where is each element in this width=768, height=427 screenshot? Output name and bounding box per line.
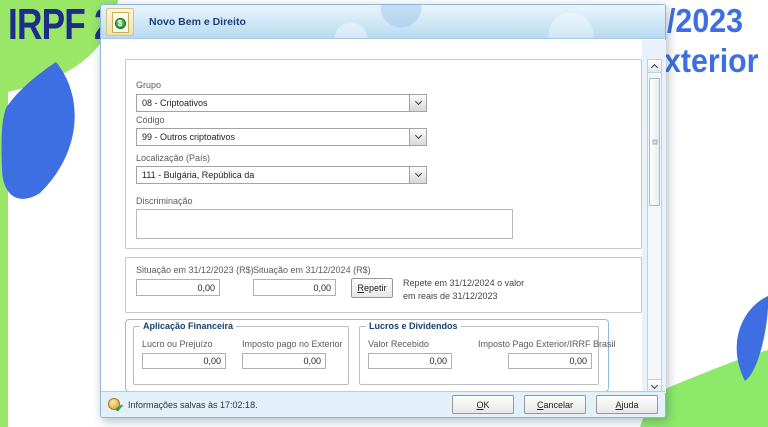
background-exterior-text: xterior <box>664 42 759 80</box>
vertical-scrollbar[interactable] <box>647 59 662 393</box>
scroll-up-button[interactable] <box>648 60 661 73</box>
grupo-label: Grupo <box>136 80 161 90</box>
imposto-pago-irrf-label: Imposto Pago Exterior/IRRF Brasil <box>478 339 616 349</box>
pais-label: Localização (País) <box>136 153 210 163</box>
pais-select-value: 111 - Bulgária, República da <box>142 170 254 180</box>
scrollbar-grip <box>652 140 657 145</box>
novo-bem-dialog: $ Novo Bem e Direito Grupo 08 - Criptoat… <box>100 4 666 418</box>
scrollbar-thumb[interactable] <box>649 78 660 206</box>
lucro-prejuizo-label: Lucro ou Prejuízo <box>142 339 213 349</box>
dialog-titlebar: $ Novo Bem e Direito <box>101 5 665 39</box>
brand-title-text: IRPF 2 <box>8 0 113 50</box>
ok-button[interactable]: OK <box>452 395 514 414</box>
imposto-exterior-label: Imposto pago no Exterior <box>242 339 343 349</box>
chevron-up-icon <box>651 64 658 71</box>
help-button[interactable]: Ajuda <box>596 395 658 414</box>
dialog-title: Novo Bem e Direito <box>149 5 246 39</box>
codigo-dropdown-button[interactable] <box>409 129 426 145</box>
pais-select[interactable]: 111 - Bulgária, República da <box>136 166 427 184</box>
chevron-down-icon <box>414 132 421 139</box>
ok-button-label: OK <box>476 400 489 410</box>
valor-recebido-input[interactable] <box>368 353 452 369</box>
discriminacao-label: Discriminação <box>136 196 193 206</box>
document-dollar-icon: $ <box>112 12 129 33</box>
pais-dropdown-button[interactable] <box>409 167 426 183</box>
saved-check-icon: ✔ <box>108 398 122 412</box>
repetir-button-label: Repetir <box>357 283 386 293</box>
check-icon: ✔ <box>115 404 124 415</box>
aplicacao-financeira-legend: Aplicação Financeira <box>140 321 236 331</box>
valor-recebido-label: Valor Recebido <box>368 339 429 349</box>
codigo-label: Código <box>136 115 165 125</box>
main-form-panel: Grupo 08 - Criptoativos Código 99 - Outr… <box>125 59 642 249</box>
situacao-panel: Situação em 31/12/2023 (R$) Situação em … <box>125 257 642 313</box>
dialog-buttons: OK Cancelar Ajuda <box>452 395 658 414</box>
dollar-coin-icon: $ <box>115 18 126 29</box>
chevron-down-icon <box>651 381 658 388</box>
chevron-down-icon <box>414 170 421 177</box>
dialog-statusbar: ✔ Informações salvas às 17:02:18. OK Can… <box>101 391 665 417</box>
situacao-2023-label: Situação em 31/12/2023 (R$) <box>136 265 254 275</box>
dialog-icon-box: $ <box>106 8 134 36</box>
lucros-dividendos-legend: Lucros e Dividendos <box>366 321 461 331</box>
repetir-note-line1: Repete em 31/12/2024 o valor <box>403 277 524 290</box>
grupo-select-value: 08 - Criptoativos <box>142 98 208 108</box>
repetir-button[interactable]: Repetir <box>351 278 393 298</box>
lucros-dividendos-group: Lucros e Dividendos Valor Recebido Impos… <box>359 326 599 385</box>
chevron-down-icon <box>414 98 421 105</box>
repetir-note: Repete em 31/12/2024 o valor em reais de… <box>403 277 524 303</box>
screen: IRPF 2 /2023 xterior $ Novo Bem e Direit… <box>0 0 768 427</box>
imposto-exterior-input[interactable] <box>242 353 326 369</box>
imposto-pago-irrf-input[interactable] <box>508 353 592 369</box>
codigo-select[interactable]: 99 - Outros criptoativos <box>136 128 427 146</box>
grupo-select[interactable]: 08 - Criptoativos <box>136 94 427 112</box>
cancel-button-label: Cancelar <box>537 400 573 410</box>
status-message: Informações salvas às 17:02:18. <box>128 400 258 410</box>
exterior-highlight-box: Aplicação Financeira Lucro ou Prejuízo I… <box>125 319 609 392</box>
aplicacao-financeira-group: Aplicação Financeira Lucro ou Prejuízo I… <box>133 326 349 385</box>
discriminacao-textarea[interactable] <box>136 209 513 239</box>
situacao-2024-input[interactable] <box>253 279 336 296</box>
grupo-dropdown-button[interactable] <box>409 95 426 111</box>
repetir-note-line2: em reais de 31/12/2023 <box>403 290 524 303</box>
background-year-text: /2023 <box>667 2 743 40</box>
lucro-prejuizo-input[interactable] <box>142 353 226 369</box>
situacao-2023-input[interactable] <box>136 279 220 296</box>
help-button-label: Ajuda <box>615 400 638 410</box>
codigo-select-value: 99 - Outros criptoativos <box>142 132 235 142</box>
cancel-button[interactable]: Cancelar <box>524 395 586 414</box>
situacao-2024-label: Situação em 31/12/2024 (R$) <box>253 265 371 275</box>
